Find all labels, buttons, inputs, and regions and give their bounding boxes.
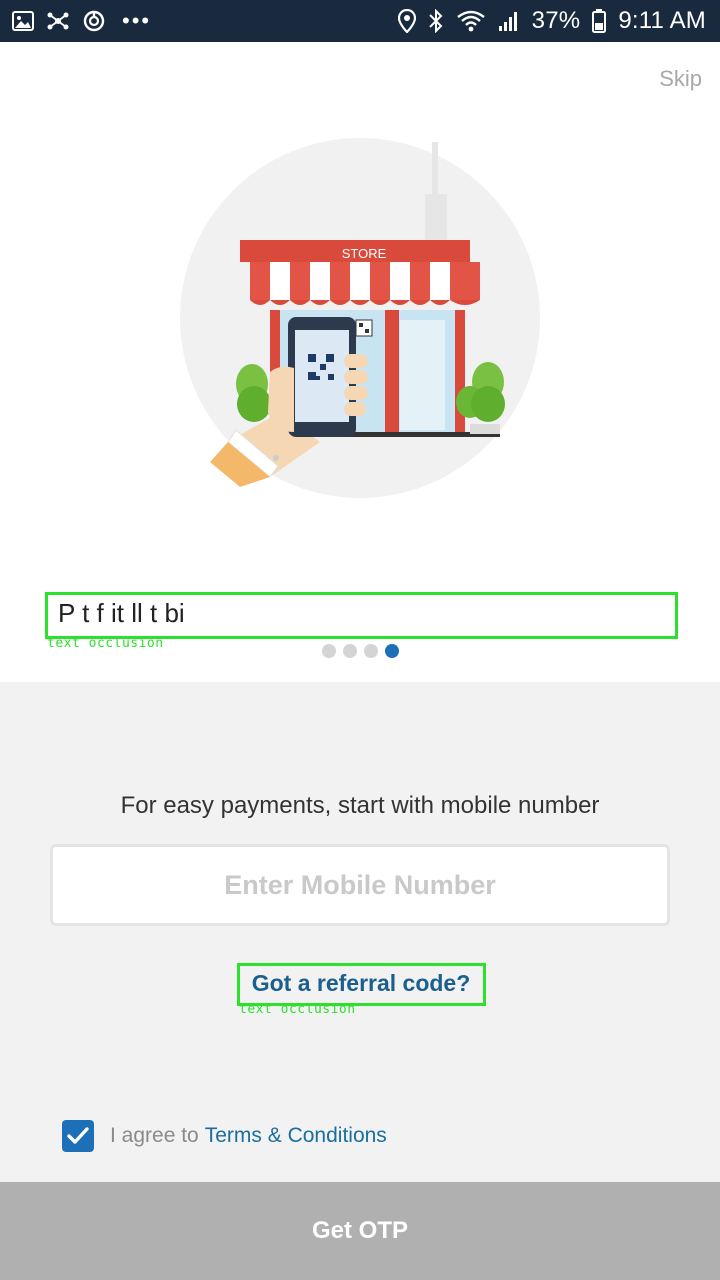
page-dot-1[interactable]	[321, 644, 336, 658]
terms-agreement-row: I agree to Terms & Conditions	[62, 1120, 387, 1152]
store-qr-payment-illustration: STORE	[170, 132, 550, 512]
battery-icon	[592, 9, 607, 33]
more-notifications-icon: •••	[122, 8, 152, 33]
screen: ••• 37% 9:11 AM Skip STORE P t f it ll t…	[0, 0, 720, 1280]
agree-prefix-text: I agree to	[110, 1124, 199, 1147]
referral-occlusion-label: text occlusion	[239, 1002, 356, 1017]
page-dot-3[interactable]	[363, 644, 378, 658]
bluetooth-icon	[428, 9, 444, 33]
sync-icon	[82, 9, 106, 33]
status-bar: ••• 37% 9:11 AM	[0, 0, 720, 42]
skip-button[interactable]: Skip	[659, 66, 702, 92]
referral-code-link[interactable]: Got a referral code?	[240, 970, 482, 997]
location-icon	[397, 9, 416, 33]
clock: 9:11 AM	[618, 7, 706, 34]
status-left: •••	[12, 8, 151, 34]
wifi-icon	[456, 9, 486, 33]
signal-icon	[498, 10, 520, 32]
network-icon	[46, 10, 70, 32]
onboarding-carousel[interactable]: Skip STORE P t f it ll t bi text occlusi…	[0, 42, 720, 682]
page-indicator	[0, 644, 720, 658]
image-icon	[12, 11, 34, 31]
battery-percent: 37%	[531, 7, 581, 34]
terms-conditions-link[interactable]: Terms & Conditions	[205, 1124, 387, 1147]
mobile-form: For easy payments, start with mobile num…	[0, 682, 720, 1182]
terms-checkbox[interactable]	[62, 1120, 94, 1152]
referral-occlusion-box[interactable]: Got a referral code?	[237, 963, 486, 1006]
store-sign-text: STORE	[342, 246, 387, 261]
get-otp-button[interactable]: Get OTP	[0, 1182, 720, 1280]
mobile-prompt: For easy payments, start with mobile num…	[120, 792, 600, 819]
page-dot-4-active[interactable]	[384, 644, 399, 658]
mobile-number-input[interactable]	[50, 844, 670, 926]
status-right: 37% 9:11 AM	[397, 7, 706, 35]
onboarding-caption: P t f it ll t bi	[58, 598, 185, 628]
caption-occlusion-box: P t f it ll t bi	[45, 592, 678, 639]
page-dot-2[interactable]	[342, 644, 357, 658]
check-icon	[67, 1127, 89, 1144]
